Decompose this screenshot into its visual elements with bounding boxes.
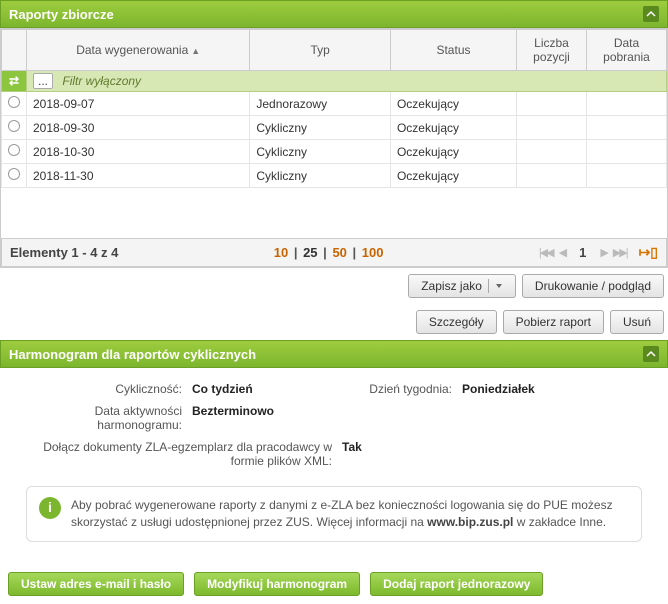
col-downloaded[interactable]: Data pobrania: [587, 30, 667, 71]
filter-cell[interactable]: ... Filtr wyłączony: [27, 71, 667, 92]
cell-count: [517, 116, 587, 140]
pager-nav: |◀◀ ◀ 1 ▶ ▶▶| ↦▯: [539, 244, 658, 261]
row-radio[interactable]: [8, 120, 20, 132]
table-row[interactable]: 2018-09-30 Cykliczny Oczekujący: [2, 116, 667, 140]
save-as-label: Zapisz jako: [421, 279, 482, 293]
collapse-button[interactable]: [643, 346, 659, 362]
print-preview-button[interactable]: Drukowanie / podgląd: [522, 274, 664, 298]
table-row[interactable]: 2018-09-07 Jednorazowy Oczekujący: [2, 92, 667, 116]
cell-date: 2018-11-30: [27, 164, 250, 188]
filter-open-button[interactable]: ...: [33, 73, 53, 89]
page-size-10[interactable]: 10: [274, 245, 288, 260]
col-type[interactable]: Typ: [250, 30, 391, 71]
add-onetime-report-button[interactable]: Dodaj raport jednorazowy: [370, 572, 543, 596]
cell-count: [517, 140, 587, 164]
info-text-b: w zakładce Inne.: [513, 515, 606, 529]
table-row[interactable]: 2018-11-30 Cykliczny Oczekujący: [2, 164, 667, 188]
row-radio[interactable]: [8, 168, 20, 180]
info-link[interactable]: www.bip.zus.pl: [427, 515, 513, 529]
cell-count: [517, 92, 587, 116]
col-count[interactable]: Liczba pozycji: [517, 30, 587, 71]
cell-downloaded: [587, 116, 667, 140]
panel-header-reports: Raporty zbiorcze: [0, 0, 668, 28]
panel-title: Raporty zbiorcze: [9, 7, 114, 22]
panel-header-schedule: Harmonogram dla raportów cyklicznych: [0, 340, 668, 368]
row-radio[interactable]: [8, 144, 20, 156]
active-label: Data aktywności harmonogramu:: [12, 404, 192, 432]
dropdown-icon: [488, 279, 503, 293]
dow-value: Poniedziałek: [462, 382, 656, 396]
zla-value: Tak: [342, 440, 462, 454]
panel-title: Harmonogram dla raportów cyklicznych: [9, 347, 256, 362]
sort-asc-icon: ▲: [191, 46, 200, 56]
freq-label: Cykliczność:: [12, 382, 192, 396]
filter-status-label: Filtr wyłączony: [62, 74, 141, 88]
info-box: i Aby pobrać wygenerowane raporty z dany…: [26, 486, 642, 542]
cell-type: Cykliczny: [250, 140, 391, 164]
pager-export-button[interactable]: ↦▯: [639, 244, 658, 261]
filter-row: ⇄ ... Filtr wyłączony: [2, 71, 667, 92]
col-status[interactable]: Status: [390, 30, 516, 71]
cell-date: 2018-09-30: [27, 116, 250, 140]
chevron-up-icon: [646, 349, 656, 359]
cell-type: Jednorazowy: [250, 92, 391, 116]
save-as-button[interactable]: Zapisz jako: [408, 274, 516, 298]
pager-last[interactable]: ▶▶|: [613, 246, 627, 259]
schedule-details: Cykliczność: Co tydzień Dzień tygodnia: …: [0, 368, 668, 568]
reports-table-wrap: Data wygenerowania▲ Typ Status Liczba po…: [0, 28, 668, 268]
active-value: Bezterminowo: [192, 404, 342, 418]
pager-first[interactable]: |◀◀: [539, 246, 553, 259]
cell-date: 2018-10-30: [27, 140, 250, 164]
cell-status: Oczekujący: [390, 116, 516, 140]
cell-status: Oczekujący: [390, 164, 516, 188]
col-select: [2, 30, 27, 71]
details-button[interactable]: Szczegóły: [416, 310, 497, 334]
chevron-up-icon: [646, 9, 656, 19]
pager-next[interactable]: ▶: [600, 246, 606, 259]
page-size-100[interactable]: 100: [362, 245, 384, 260]
freq-value: Co tydzień: [192, 382, 342, 396]
row-radio[interactable]: [8, 96, 20, 108]
action-row-3: Ustaw adres e-mail i hasło Modyfikuj har…: [0, 568, 668, 604]
table-row[interactable]: 2018-10-30 Cykliczny Oczekujący: [2, 140, 667, 164]
cell-downloaded: [587, 140, 667, 164]
col-date[interactable]: Data wygenerowania▲: [27, 30, 250, 71]
reports-table: Data wygenerowania▲ Typ Status Liczba po…: [1, 29, 667, 238]
cell-status: Oczekujący: [390, 92, 516, 116]
filter-toggle-button[interactable]: ⇄: [2, 71, 27, 92]
download-report-button[interactable]: Pobierz raport: [503, 310, 604, 334]
cell-downloaded: [587, 164, 667, 188]
delete-button[interactable]: Usuń: [610, 310, 664, 334]
cell-type: Cykliczny: [250, 164, 391, 188]
filter-icon: ⇄: [9, 74, 19, 88]
collapse-button[interactable]: [643, 6, 659, 22]
pager-current: 1: [571, 245, 594, 260]
action-row-1: Zapisz jako Drukowanie / podgląd: [0, 268, 668, 304]
action-row-2: Szczegóły Pobierz raport Usuń: [0, 304, 668, 340]
pager-bar: Elementy 1 - 4 z 4 10 | 25 | 50 | 100 |◀…: [1, 238, 667, 267]
zla-label: Dołącz dokumenty ZLA-egzemplarz dla prac…: [12, 440, 342, 468]
page-size-selector: 10 | 25 | 50 | 100: [274, 245, 384, 260]
modify-schedule-button[interactable]: Modyfikuj harmonogram: [194, 572, 360, 596]
page-size-50[interactable]: 50: [332, 245, 346, 260]
cell-type: Cykliczny: [250, 116, 391, 140]
set-email-password-button[interactable]: Ustaw adres e-mail i hasło: [8, 572, 184, 596]
pager-prev[interactable]: ◀: [559, 246, 565, 259]
cell-date: 2018-09-07: [27, 92, 250, 116]
dow-label: Dzień tygodnia:: [342, 382, 462, 396]
cell-count: [517, 164, 587, 188]
pager-summary: Elementy 1 - 4 z 4: [10, 245, 118, 260]
cell-downloaded: [587, 92, 667, 116]
cell-status: Oczekujący: [390, 140, 516, 164]
page-size-25[interactable]: 25: [303, 245, 317, 260]
